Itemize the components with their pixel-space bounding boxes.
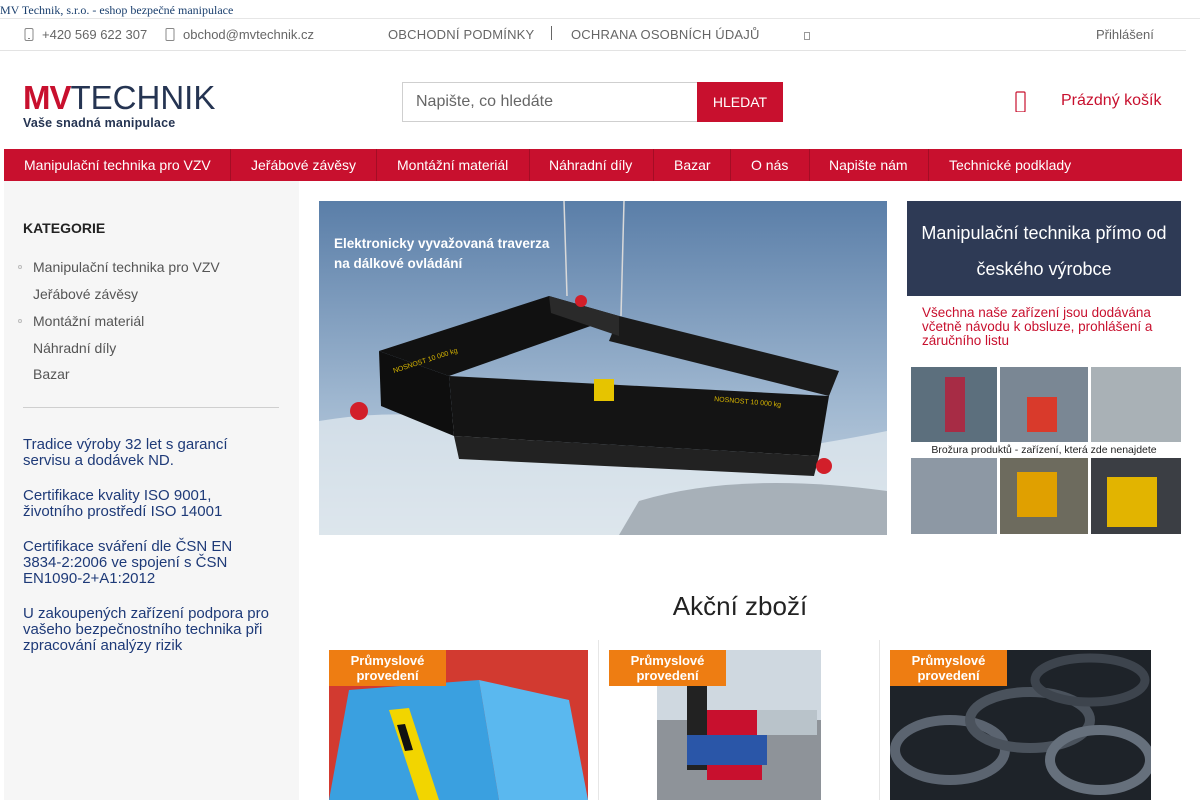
product-badge: Průmyslové provedení bbox=[890, 650, 1007, 686]
brochure-photo bbox=[1091, 367, 1181, 442]
sale-section-title: Akční zboží bbox=[672, 591, 808, 621]
cart-icon bbox=[1015, 91, 1026, 112]
nav-separator bbox=[529, 149, 530, 181]
nav-item-tech-docs[interactable]: Technické podklady bbox=[949, 149, 1071, 181]
menu-more-icon[interactable] bbox=[804, 32, 810, 40]
phone-icon bbox=[24, 28, 34, 41]
nav-item-about[interactable]: O nás bbox=[751, 149, 788, 181]
nav-item-bazar[interactable]: Bazar bbox=[674, 149, 711, 181]
nav-separator bbox=[928, 149, 929, 181]
phone-contact[interactable]: +420 569 622 307 bbox=[24, 27, 147, 42]
email-address: obchod@mvtechnik.cz bbox=[183, 27, 314, 42]
banner-caption-line: na dálkové ovládání bbox=[334, 256, 463, 271]
brochure-caption: Brožura produktů - zařízení, která zde n… bbox=[911, 443, 1177, 458]
delivery-note: Všechna naše zařízení jsou dodávána včet… bbox=[922, 305, 1153, 348]
window-title: MV Technik, s.r.o. - eshop bezpečné mani… bbox=[0, 3, 234, 17]
product-card[interactable]: Průmyslové provedení bbox=[890, 640, 1171, 800]
banner-caption-line: Elektronicky vyvažovaná traverza bbox=[334, 236, 550, 251]
benefit-iso: Certifikace kvality ISO 9001, životního … bbox=[23, 487, 223, 520]
product-badge: Průmyslové provedení bbox=[609, 650, 726, 686]
login-link[interactable]: Přihlášení bbox=[1096, 27, 1154, 42]
link-separator bbox=[551, 26, 552, 40]
category-bullet-icon bbox=[18, 265, 22, 269]
search-form: HLEDAT bbox=[402, 82, 783, 122]
phone-number: +420 569 622 307 bbox=[42, 27, 148, 42]
cart-label: Prázdný košík bbox=[1061, 92, 1162, 109]
product-badge: Průmyslové provedení bbox=[329, 650, 446, 686]
privacy-link[interactable]: OCHRANA OSOBNÍCH ÚDAJŮ bbox=[571, 27, 760, 42]
nav-separator bbox=[809, 149, 810, 181]
product-card[interactable]: Průmyslové provedení bbox=[609, 640, 890, 800]
product-separator bbox=[879, 640, 880, 800]
brochure-photo-detail bbox=[945, 377, 965, 432]
sidebar-item-vzv[interactable]: Manipulační technika pro VZV bbox=[33, 259, 220, 275]
nav-separator bbox=[653, 149, 654, 181]
sidebar-item-bazar[interactable]: Bazar bbox=[33, 366, 70, 382]
benefit-welding: Certifikace sváření dle ČSN EN 3834-2:20… bbox=[23, 538, 233, 587]
search-input[interactable] bbox=[402, 82, 697, 122]
top-info-bar: +420 569 622 307 obchod@mvtechnik.cz OBC… bbox=[0, 19, 1186, 51]
logo-mv: MV bbox=[23, 79, 71, 116]
site-logo[interactable]: MVTECHNIK Vaše snadná manipulace bbox=[23, 79, 218, 132]
sidebar-title: KATEGORIE bbox=[23, 220, 106, 236]
brochure-photo-detail bbox=[1017, 472, 1057, 517]
control-box bbox=[594, 379, 614, 401]
benefit-tradition: Tradice výroby 32 let s garancí servisu … bbox=[23, 436, 228, 469]
main-nav: Manipulační technika pro VZV Jeřábové zá… bbox=[4, 149, 1182, 181]
category-bullet-icon bbox=[18, 319, 22, 323]
brochure-photo bbox=[911, 458, 997, 534]
nav-item-mounting-material[interactable]: Montážní materiál bbox=[397, 149, 508, 181]
brochure-banner[interactable]: Brožura produktů - zařízení, která zde n… bbox=[907, 367, 1181, 534]
nav-item-spare-parts[interactable]: Náhradní díly bbox=[549, 149, 632, 181]
nav-separator bbox=[376, 149, 377, 181]
sidebar-divider bbox=[23, 407, 279, 408]
benefit-safety-support: U zakoupených zařízení podpora pro vašeh… bbox=[23, 605, 269, 654]
mail-icon bbox=[165, 28, 175, 41]
nav-separator bbox=[730, 149, 731, 181]
sidebar-item-spare-parts[interactable]: Náhradní díly bbox=[33, 340, 116, 356]
sidebar-item-mounting-material[interactable]: Montážní materiál bbox=[33, 313, 144, 329]
product-separator bbox=[598, 640, 599, 800]
search-button[interactable]: HLEDAT bbox=[697, 82, 783, 122]
brochure-photo-detail bbox=[1027, 397, 1057, 432]
brochure-photo-detail bbox=[1107, 477, 1157, 527]
nav-item-vzv[interactable]: Manipulační technika pro VZV bbox=[24, 149, 211, 181]
nav-item-crane-slings[interactable]: Jeřábové závěsy bbox=[251, 149, 356, 181]
nav-separator bbox=[230, 149, 231, 181]
sidebar: KATEGORIE Manipulační technika pro VZV J… bbox=[4, 181, 299, 800]
terms-link[interactable]: OBCHODNÍ PODMÍNKY bbox=[388, 27, 534, 42]
logo-tagline: Vaše snadná manipulace bbox=[23, 116, 176, 130]
manufacturer-promo[interactable]: Manipulační technika přímo od českého vý… bbox=[907, 201, 1181, 296]
email-contact[interactable]: obchod@mvtechnik.cz bbox=[165, 27, 314, 42]
window-title-bar: MV Technik, s.r.o. - eshop bezpečné mani… bbox=[0, 0, 1200, 19]
sidebar-item-crane-slings[interactable]: Jeřábové závěsy bbox=[33, 286, 138, 302]
nav-item-contact[interactable]: Napište nám bbox=[829, 149, 908, 181]
banner-caption: Elektronicky vyvažovaná traverza na dálk… bbox=[334, 234, 549, 274]
logo-technik: TECHNIK bbox=[70, 79, 216, 116]
product-card[interactable]: Průmyslové provedení bbox=[329, 640, 610, 800]
hero-banner[interactable]: NOSNOST 10 000 kg NOSNOST 10 000 kg Elek… bbox=[319, 201, 887, 535]
